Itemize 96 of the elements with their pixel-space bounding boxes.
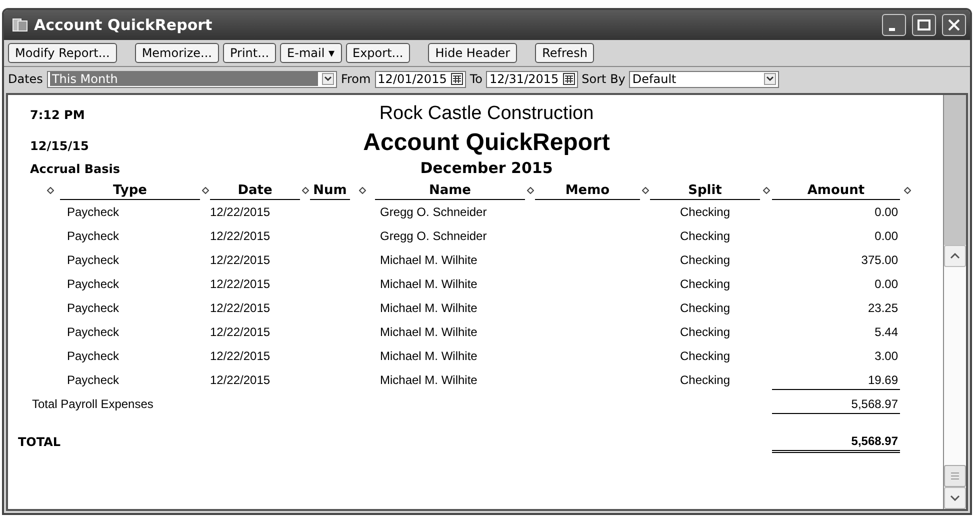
dates-label: Dates bbox=[8, 72, 43, 86]
report-icon bbox=[12, 18, 28, 32]
scroll-down-icon[interactable] bbox=[950, 495, 960, 501]
column-handle-icon[interactable] bbox=[642, 187, 648, 194]
table-cell-text: 5.44 bbox=[874, 324, 899, 341]
table-cell-text: 12/22/2015 bbox=[210, 372, 272, 389]
table-cell-text: Paycheck bbox=[66, 324, 120, 341]
report-date: 12/15/15 bbox=[30, 139, 90, 153]
sort-by-dropdown[interactable]: Default bbox=[629, 70, 780, 88]
column-handle-icon[interactable] bbox=[526, 187, 534, 194]
table-cell-text: 0.00 bbox=[874, 204, 899, 221]
table-cell: 19.69 bbox=[772, 371, 900, 390]
minimize-button[interactable] bbox=[882, 14, 906, 36]
table-cell-text: Checking bbox=[679, 300, 732, 317]
table-cell-text: Checking bbox=[679, 252, 732, 269]
table-cell-text: 12/22/2015 bbox=[210, 252, 272, 269]
calendar-icon[interactable] bbox=[562, 73, 575, 85]
maximize-button[interactable] bbox=[912, 14, 936, 36]
table-cell-text: 12/22/2015 bbox=[210, 228, 272, 245]
column-header[interactable]: Memo bbox=[535, 181, 640, 200]
table-cell-text: Paycheck bbox=[66, 204, 120, 221]
column-header[interactable]: Split bbox=[650, 181, 760, 200]
table-cell-text: Paycheck bbox=[66, 252, 120, 269]
column-handle-icon[interactable] bbox=[904, 187, 911, 194]
table-cell-text: Checking bbox=[679, 348, 732, 365]
scroll-up-icon[interactable] bbox=[950, 253, 960, 259]
from-date-field[interactable]: 12/01/2015 bbox=[374, 70, 466, 88]
from-label: From bbox=[340, 72, 371, 86]
column-handle-icon[interactable] bbox=[359, 187, 366, 194]
toolbar-button[interactable]: Hide Header bbox=[428, 43, 518, 63]
scroll-thumb-icon[interactable] bbox=[951, 472, 959, 480]
toolbar-button[interactable]: Memorize... bbox=[134, 43, 219, 63]
total-amount: 5,568.97 bbox=[772, 432, 900, 452]
table-cell-text: Paycheck bbox=[66, 300, 120, 317]
table-cell-text: Checking bbox=[679, 324, 732, 341]
table-cell-text: 12/22/2015 bbox=[210, 324, 272, 341]
maximize-icon bbox=[917, 19, 931, 31]
table-cell-text: 12/22/2015 bbox=[210, 276, 272, 293]
table-cell-text: Michael M. Wilhite bbox=[379, 276, 478, 293]
table-cell-text: Michael M. Wilhite bbox=[379, 300, 478, 317]
company-name: Rock Castle Construction bbox=[378, 103, 595, 125]
table-cell-text: Checking bbox=[679, 372, 732, 389]
dropdown-caret-icon[interactable] bbox=[322, 73, 334, 85]
table-cell-text: Gregg O. Schneider bbox=[379, 204, 488, 221]
to-label: To bbox=[470, 72, 482, 86]
column-handle-icon[interactable] bbox=[46, 187, 54, 194]
table-cell-text: 12/22/2015 bbox=[210, 204, 272, 221]
table-cell-text: Checking bbox=[679, 276, 732, 293]
table-cell-text: Michael M. Wilhite bbox=[379, 324, 478, 341]
table-cell-text: Michael M. Wilhite bbox=[379, 348, 478, 365]
calendar-icon[interactable] bbox=[450, 73, 463, 85]
table-cell-text: Michael M. Wilhite bbox=[379, 372, 478, 389]
column-header[interactable]: Amount bbox=[772, 181, 900, 200]
toolbar-button[interactable]: Modify Report... bbox=[8, 43, 117, 63]
column-handle-icon[interactable] bbox=[202, 187, 208, 194]
toolbar-button[interactable]: Refresh bbox=[535, 43, 594, 63]
toolbar-button[interactable]: Print... bbox=[222, 43, 276, 63]
table-cell-text: 12/22/2015 bbox=[210, 348, 272, 365]
window-title: Account QuickReport bbox=[34, 16, 214, 34]
report-basis: Accrual Basis bbox=[30, 162, 122, 176]
column-header[interactable]: Num bbox=[310, 181, 350, 200]
table-cell-text: Paycheck bbox=[66, 276, 120, 293]
table-cell-text: Michael M. Wilhite bbox=[379, 252, 478, 269]
dropdown-caret-icon[interactable] bbox=[764, 73, 776, 85]
table-cell-text: 0.00 bbox=[874, 228, 899, 245]
table-cell-text: 3.00 bbox=[874, 348, 899, 365]
toolbar-button[interactable]: Export... bbox=[346, 43, 410, 63]
scrollbar[interactable] bbox=[943, 95, 966, 509]
column-header[interactable]: Date bbox=[210, 181, 300, 200]
close-icon bbox=[947, 18, 961, 32]
table-cell-text: Gregg O. Schneider bbox=[379, 228, 488, 245]
table-cell-text: Checking bbox=[679, 228, 732, 245]
table-cell-text: Paycheck bbox=[66, 348, 120, 365]
dates-dropdown[interactable]: This Month bbox=[46, 70, 337, 88]
column-handle-icon[interactable] bbox=[302, 187, 308, 194]
table-cell-text: Checking bbox=[679, 204, 732, 221]
table-cell-text: Paycheck bbox=[66, 372, 120, 389]
table-cell-text: 375.00 bbox=[860, 252, 899, 269]
report-period: December 2015 bbox=[419, 159, 554, 177]
column-header[interactable]: Type bbox=[60, 181, 200, 200]
column-handle-icon[interactable] bbox=[762, 187, 770, 194]
table-cell-text: 0.00 bbox=[874, 276, 899, 293]
minimize-icon bbox=[888, 28, 894, 31]
close-button[interactable] bbox=[942, 14, 966, 36]
subtotal-label: Total Payroll Expenses bbox=[32, 396, 154, 413]
report-time: 7:12 PM bbox=[30, 108, 86, 122]
report-title: Account QuickReport bbox=[362, 129, 611, 157]
subtotal-amount: 5,568.97 bbox=[772, 395, 900, 414]
total-label: TOTAL bbox=[18, 434, 62, 451]
table-cell-text: 23.25 bbox=[866, 300, 899, 317]
to-date-field[interactable]: 12/31/2015 bbox=[486, 70, 578, 88]
table-cell-text: Paycheck bbox=[66, 228, 120, 245]
toolbar-button[interactable]: E-mail ▾ bbox=[280, 43, 342, 63]
column-header[interactable]: Name bbox=[375, 181, 525, 200]
sort-by-label: Sort By bbox=[582, 72, 626, 86]
table-cell-text: 12/22/2015 bbox=[210, 300, 272, 317]
